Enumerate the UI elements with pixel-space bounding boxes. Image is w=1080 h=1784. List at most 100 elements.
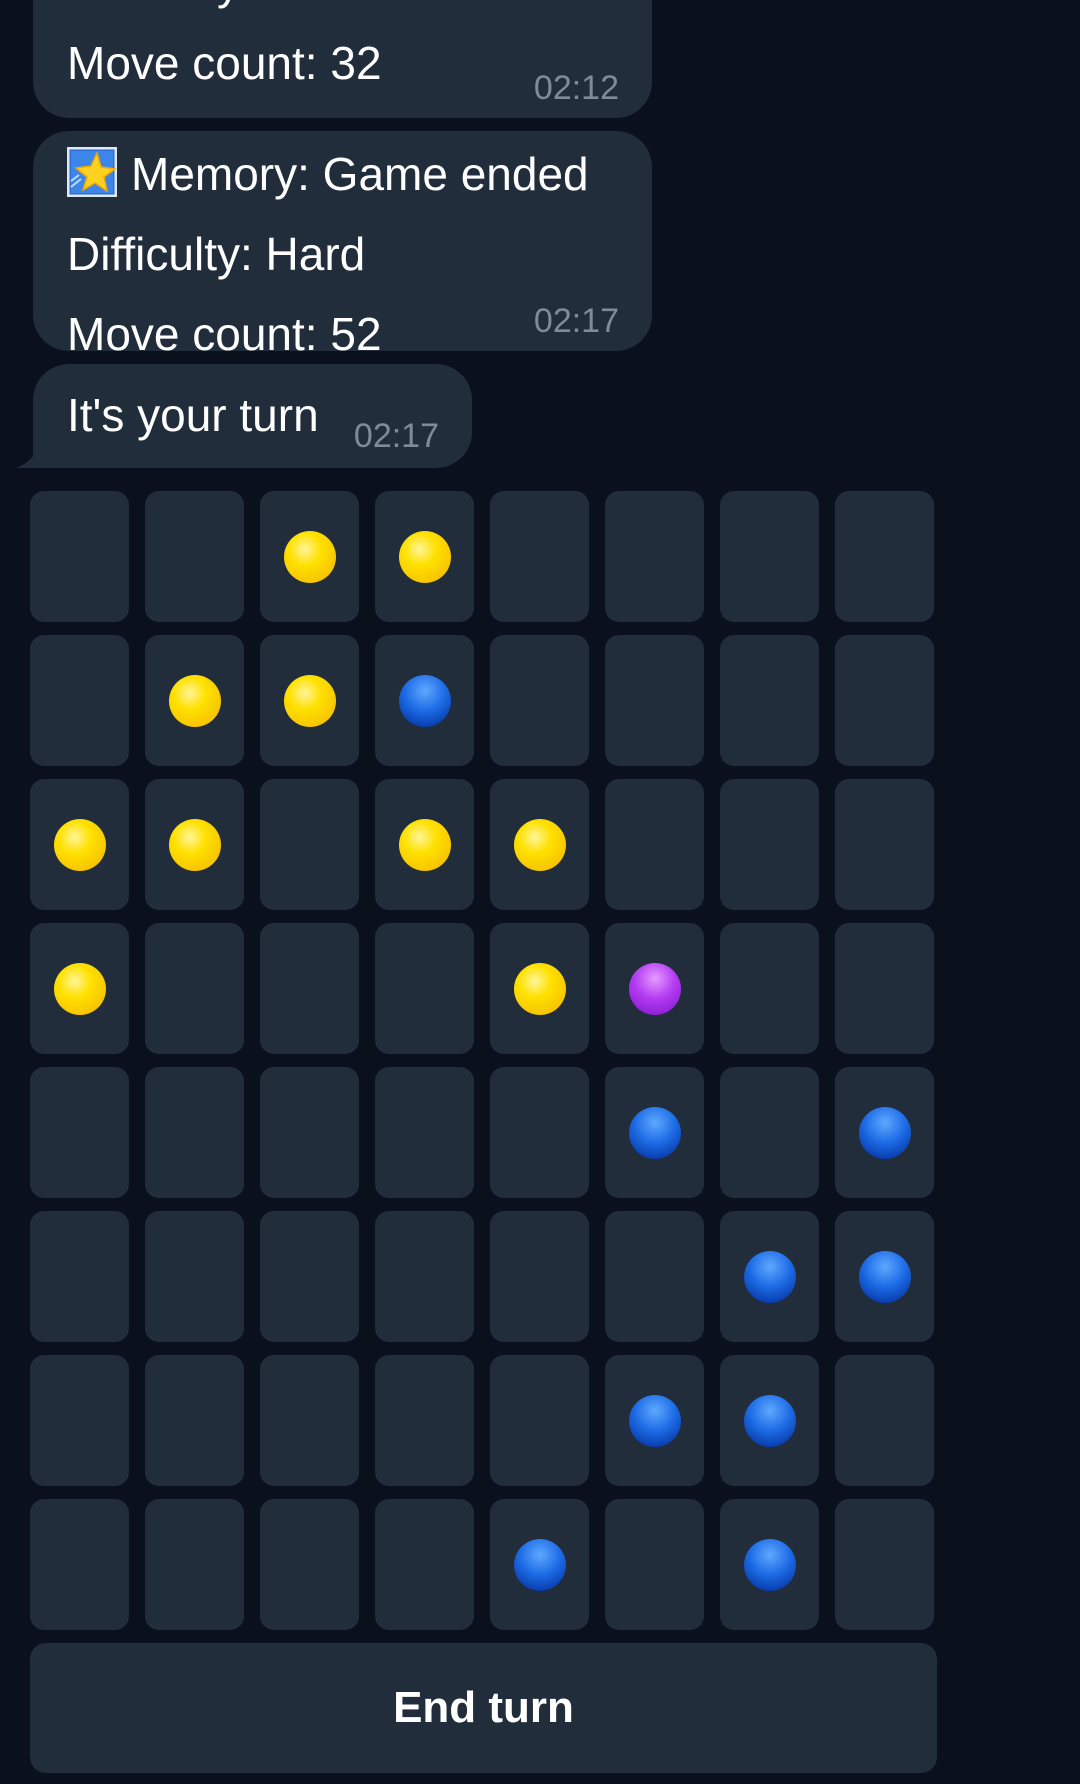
message-line: Memory: Game ended bbox=[67, 134, 589, 214]
message-line: Move count: 52 bbox=[67, 308, 382, 360]
message-bubble-your-turn: It's your turn 02:17 bbox=[33, 364, 472, 468]
message-line: It's your turn bbox=[67, 389, 319, 441]
board-cell-r5-c3[interactable] bbox=[260, 1067, 359, 1198]
board-cell-r2-c6[interactable] bbox=[605, 635, 704, 766]
board-cell-r5-c7[interactable] bbox=[720, 1067, 819, 1198]
board-cell-r4-c7[interactable] bbox=[720, 923, 819, 1054]
board-cell-r7-c1[interactable] bbox=[30, 1355, 129, 1486]
board-cell-r1-c5[interactable] bbox=[490, 491, 589, 622]
yellow-ball bbox=[169, 675, 221, 727]
board-cell-r6-c7[interactable] bbox=[720, 1211, 819, 1342]
board-cell-r3-c5[interactable] bbox=[490, 779, 589, 910]
message-timestamp: 02:17 bbox=[533, 302, 619, 340]
board-cell-r7-c7[interactable] bbox=[720, 1355, 819, 1486]
message-timestamp: 02:12 bbox=[533, 69, 619, 107]
board-cell-r1-c1[interactable] bbox=[30, 491, 129, 622]
board-cell-r3-c8[interactable] bbox=[835, 779, 934, 910]
purple-ball bbox=[629, 963, 681, 1015]
yellow-ball bbox=[514, 963, 566, 1015]
board-cell-r3-c6[interactable] bbox=[605, 779, 704, 910]
yellow-ball bbox=[514, 819, 566, 871]
board-cell-r8-c5[interactable] bbox=[490, 1499, 589, 1630]
board-cell-r5-c2[interactable] bbox=[145, 1067, 244, 1198]
blue-ball bbox=[744, 1395, 796, 1447]
board-cell-r2-c8[interactable] bbox=[835, 635, 934, 766]
board-cell-r4-c3[interactable] bbox=[260, 923, 359, 1054]
board-cell-r4-c5[interactable] bbox=[490, 923, 589, 1054]
blue-ball bbox=[859, 1107, 911, 1159]
blue-ball bbox=[514, 1539, 566, 1591]
blue-ball bbox=[629, 1395, 681, 1447]
blue-ball bbox=[744, 1251, 796, 1303]
board-cell-r5-c6[interactable] bbox=[605, 1067, 704, 1198]
board-cell-r8-c6[interactable] bbox=[605, 1499, 704, 1630]
board-cell-r8-c7[interactable] bbox=[720, 1499, 819, 1630]
board-cell-r3-c7[interactable] bbox=[720, 779, 819, 910]
end-turn-button[interactable]: End turn bbox=[30, 1643, 937, 1773]
blue-ball bbox=[629, 1107, 681, 1159]
board-cell-r5-c1[interactable] bbox=[30, 1067, 129, 1198]
board-cell-r1-c6[interactable] bbox=[605, 491, 704, 622]
board-cell-r4-c4[interactable] bbox=[375, 923, 474, 1054]
board-cell-r1-c8[interactable] bbox=[835, 491, 934, 622]
board-cell-r2-c4[interactable] bbox=[375, 635, 474, 766]
board-cell-r5-c8[interactable] bbox=[835, 1067, 934, 1198]
board-cell-r7-c6[interactable] bbox=[605, 1355, 704, 1486]
board-cell-r7-c4[interactable] bbox=[375, 1355, 474, 1486]
board-cell-r4-c1[interactable] bbox=[30, 923, 129, 1054]
board-cell-r2-c3[interactable] bbox=[260, 635, 359, 766]
message-line: Difficulty: Normal bbox=[67, 0, 414, 23]
board-cell-r6-c5[interactable] bbox=[490, 1211, 589, 1342]
board-cell-r3-c2[interactable] bbox=[145, 779, 244, 910]
game-board bbox=[30, 491, 936, 1630]
board-cell-r8-c8[interactable] bbox=[835, 1499, 934, 1630]
message-timestamp: 02:17 bbox=[353, 417, 439, 455]
board-cell-r2-c7[interactable] bbox=[720, 635, 819, 766]
board-cell-r1-c7[interactable] bbox=[720, 491, 819, 622]
board-cell-r3-c4[interactable] bbox=[375, 779, 474, 910]
board-cell-r1-c2[interactable] bbox=[145, 491, 244, 622]
board-cell-r1-c4[interactable] bbox=[375, 491, 474, 622]
board-cell-r7-c2[interactable] bbox=[145, 1355, 244, 1486]
yellow-ball bbox=[399, 819, 451, 871]
board-cell-r8-c4[interactable] bbox=[375, 1499, 474, 1630]
board-cell-r6-c8[interactable] bbox=[835, 1211, 934, 1342]
message-line: Move count: 32 bbox=[67, 37, 382, 89]
board-cell-r2-c1[interactable] bbox=[30, 635, 129, 766]
message-bubble-game-summary-hard: Memory: Game ended Difficulty: Hard Move… bbox=[33, 131, 652, 360]
blue-ball bbox=[744, 1539, 796, 1591]
board-cell-r4-c2[interactable] bbox=[145, 923, 244, 1054]
star-icon bbox=[67, 147, 117, 197]
yellow-ball bbox=[169, 819, 221, 871]
board-cell-r7-c5[interactable] bbox=[490, 1355, 589, 1486]
yellow-ball bbox=[284, 675, 336, 727]
board-cell-r2-c2[interactable] bbox=[145, 635, 244, 766]
board-cell-r4-c6[interactable] bbox=[605, 923, 704, 1054]
board-cell-r6-c4[interactable] bbox=[375, 1211, 474, 1342]
board-cell-r7-c8[interactable] bbox=[835, 1355, 934, 1486]
message-line: Difficulty: Hard bbox=[67, 228, 366, 280]
board-cell-r8-c1[interactable] bbox=[30, 1499, 129, 1630]
yellow-ball bbox=[399, 531, 451, 583]
chat-screen: Difficulty: Normal Move count: 32 02:12 … bbox=[0, 0, 1080, 1784]
yellow-ball bbox=[54, 963, 106, 1015]
yellow-ball bbox=[54, 819, 106, 871]
board-cell-r7-c3[interactable] bbox=[260, 1355, 359, 1486]
message-line-text: Memory: Game ended bbox=[131, 148, 589, 200]
blue-ball bbox=[399, 675, 451, 727]
board-cell-r8-c3[interactable] bbox=[260, 1499, 359, 1630]
board-cell-r6-c2[interactable] bbox=[145, 1211, 244, 1342]
board-cell-r4-c8[interactable] bbox=[835, 923, 934, 1054]
board-cell-r6-c3[interactable] bbox=[260, 1211, 359, 1342]
yellow-ball bbox=[284, 531, 336, 583]
board-cell-r3-c1[interactable] bbox=[30, 779, 129, 910]
board-cell-r6-c1[interactable] bbox=[30, 1211, 129, 1342]
board-cell-r2-c5[interactable] bbox=[490, 635, 589, 766]
board-cell-r6-c6[interactable] bbox=[605, 1211, 704, 1342]
board-cell-r1-c3[interactable] bbox=[260, 491, 359, 622]
message-bubble-game-summary-normal: Difficulty: Normal Move count: 32 02:12 bbox=[33, 0, 652, 118]
board-cell-r5-c4[interactable] bbox=[375, 1067, 474, 1198]
board-cell-r5-c5[interactable] bbox=[490, 1067, 589, 1198]
board-cell-r8-c2[interactable] bbox=[145, 1499, 244, 1630]
board-cell-r3-c3[interactable] bbox=[260, 779, 359, 910]
